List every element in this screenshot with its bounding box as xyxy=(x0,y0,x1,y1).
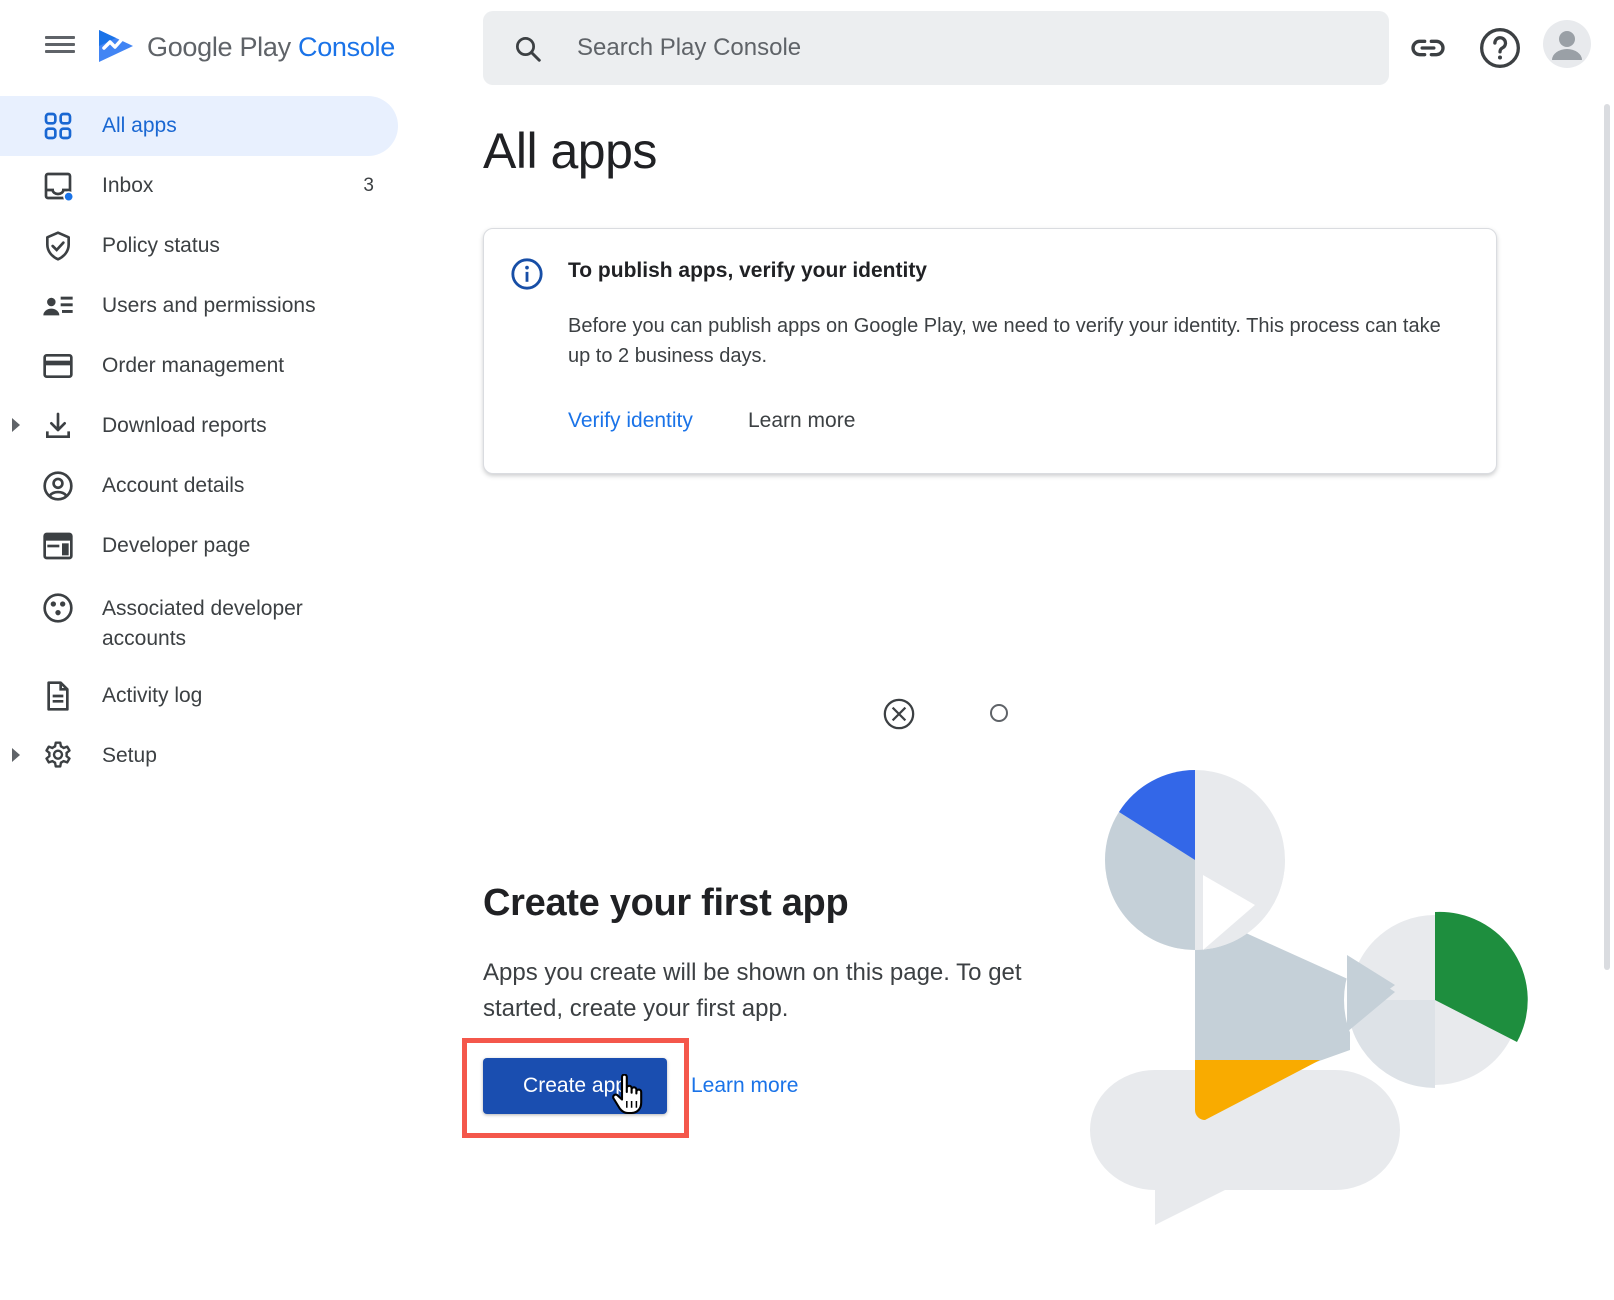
inbox-count-badge: 3 xyxy=(363,175,374,196)
shield-icon xyxy=(46,231,70,261)
empty-state-body: Apps you create will be shown on this pa… xyxy=(483,959,1022,1022)
sidebar-item-inbox[interactable]: Inbox 3 xyxy=(0,156,400,216)
notice-body: Before you can publish apps on Google Pl… xyxy=(568,315,1441,367)
expand-caret-icon[interactable] xyxy=(12,418,20,432)
sidebar-item-label: Policy status xyxy=(102,234,220,257)
sidebar-item-policy-status[interactable]: Policy status xyxy=(0,216,400,276)
sidebar-item-label: Inbox xyxy=(102,174,154,197)
sidebar-item-label: Associated developer accounts xyxy=(102,597,303,650)
sidebar: All apps Inbox 3 Policy status Users and… xyxy=(0,96,400,786)
sidebar-item-label: Setup xyxy=(102,744,157,767)
sidebar-item-developer-page[interactable]: Developer page xyxy=(0,516,400,576)
web-page-icon xyxy=(43,532,73,560)
credit-card-icon xyxy=(43,354,73,378)
create-learn-more-link[interactable]: Learn more xyxy=(691,1074,798,1098)
sidebar-item-label: Activity log xyxy=(102,684,203,707)
info-icon xyxy=(511,258,543,290)
page-title: All apps xyxy=(483,123,657,179)
search-bar[interactable] xyxy=(483,11,1389,85)
sidebar-item-setup[interactable]: Setup xyxy=(0,726,400,786)
search-input[interactable] xyxy=(577,11,1357,85)
users-icon xyxy=(43,296,73,316)
grid-icon xyxy=(44,112,72,140)
sidebar-item-label: Users and permissions xyxy=(102,294,316,317)
notice-title: To publish apps, verify your identity xyxy=(568,259,927,282)
document-icon xyxy=(47,681,69,711)
sidebar-item-label: Download reports xyxy=(102,414,267,437)
brand-console: Console xyxy=(298,32,395,62)
verify-identity-link[interactable]: Verify identity xyxy=(568,409,693,433)
hand-cursor-icon xyxy=(612,1074,643,1115)
sidebar-item-associated-accounts[interactable]: Associated developer accounts xyxy=(0,576,400,666)
sidebar-item-download-reports[interactable]: Download reports xyxy=(0,396,400,456)
empty-state-title: Create your first app xyxy=(483,882,849,924)
verify-identity-card: To publish apps, verify your identity Be… xyxy=(483,228,1497,474)
inbox-icon xyxy=(44,172,74,202)
close-circle-icon[interactable] xyxy=(882,697,916,731)
sidebar-item-label: Account details xyxy=(102,474,245,497)
account-circle-icon xyxy=(43,471,73,501)
brand-title[interactable]: Google Play Console xyxy=(147,32,395,63)
download-icon xyxy=(46,412,70,438)
account-icon xyxy=(1552,31,1582,60)
menu-button[interactable] xyxy=(42,32,78,62)
sidebar-item-label: All apps xyxy=(102,114,177,137)
search-icon xyxy=(516,37,541,62)
notice-learn-more-link[interactable]: Learn more xyxy=(748,409,855,433)
sidebar-item-account-details[interactable]: Account details xyxy=(0,456,400,516)
gear-icon xyxy=(45,741,71,768)
sidebar-item-all-apps[interactable]: All apps xyxy=(0,96,398,156)
sidebar-item-label: Order management xyxy=(102,354,285,377)
expand-caret-icon[interactable] xyxy=(12,748,20,762)
linked-accounts-icon xyxy=(43,593,73,623)
sidebar-item-order-management[interactable]: Order management xyxy=(0,336,400,396)
sidebar-item-users-permissions[interactable]: Users and permissions xyxy=(0,276,400,336)
play-console-illustration xyxy=(1090,770,1528,1225)
scrollbar[interactable] xyxy=(1604,104,1610,970)
sidebar-item-activity-log[interactable]: Activity log xyxy=(0,666,400,726)
play-console-logo xyxy=(99,30,133,62)
circle-indicator-icon xyxy=(990,704,1008,722)
sidebar-item-label: Developer page xyxy=(102,534,251,557)
help-icon[interactable] xyxy=(1478,26,1522,70)
link-icon[interactable] xyxy=(1408,28,1448,68)
avatar[interactable] xyxy=(1543,20,1591,68)
brand-google-play: Google Play xyxy=(147,32,291,62)
